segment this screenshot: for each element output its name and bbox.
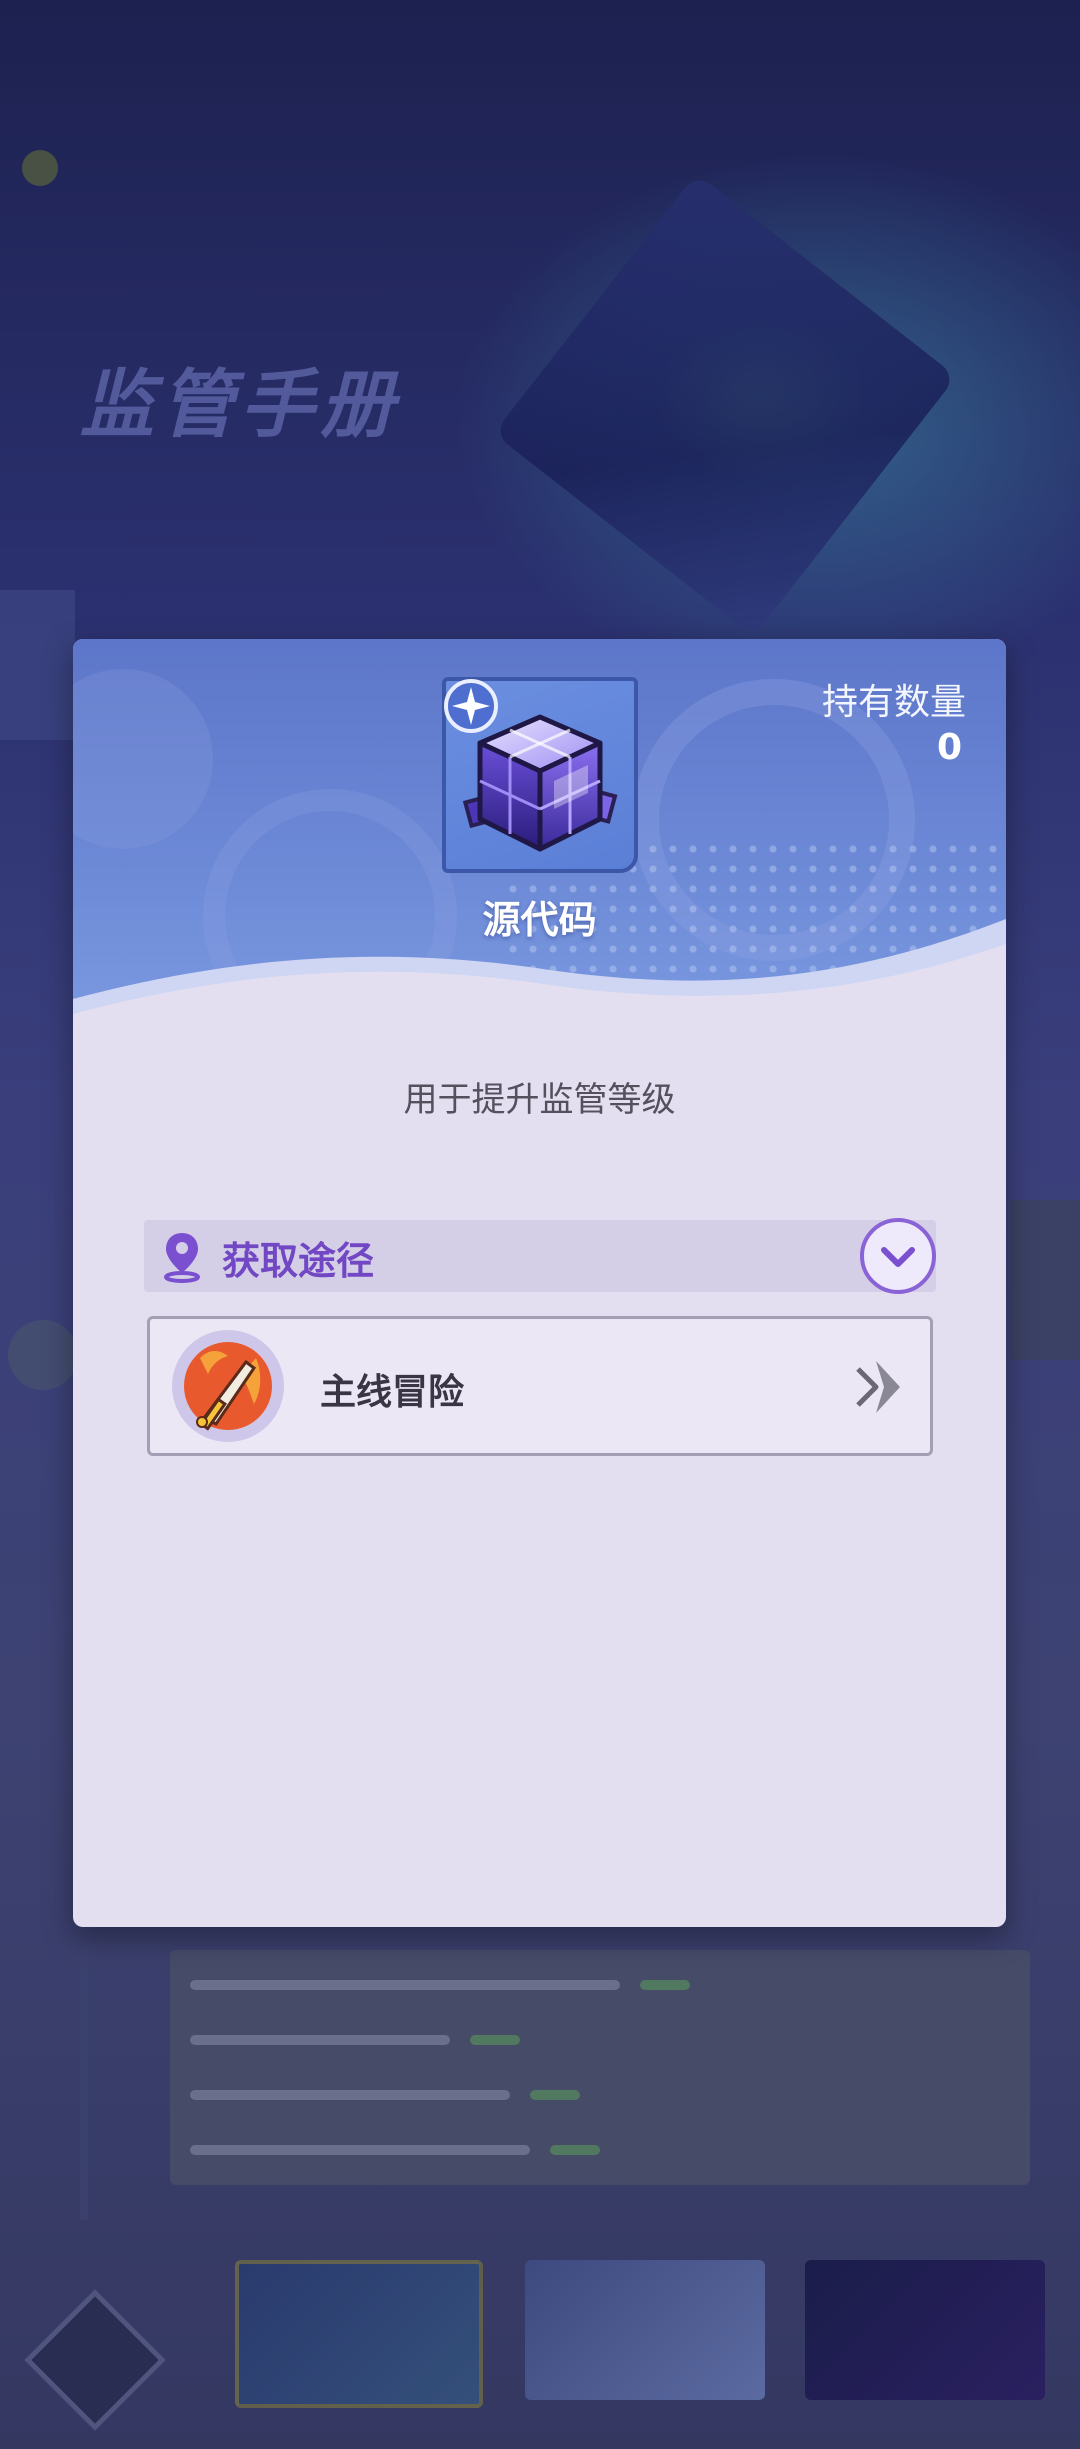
background-right-strip [1010, 1200, 1080, 1360]
source-row-main-adventure[interactable]: 主线冒险 [147, 1316, 933, 1456]
background-task-line [190, 2145, 600, 2155]
star-badge-icon [444, 679, 498, 733]
section-title: 获取途径 [222, 1239, 375, 1283]
background-dot [22, 150, 58, 186]
header-decoration [73, 669, 213, 849]
background-task-line [190, 1980, 690, 1990]
acquisition-section-header[interactable]: 获取途径 [144, 1218, 936, 1294]
background-card [235, 2260, 483, 2408]
location-pin-icon [164, 1233, 200, 1283]
dialog-header: 源代码 持有数量 0 [73, 639, 1006, 1069]
background-title: 监管手册 [80, 362, 400, 448]
source-label: 主线冒险 [320, 1372, 465, 1413]
sword-emblem-icon [172, 1330, 284, 1442]
item-detail-dialog: 源代码 持有数量 0 用于提升监管等级 获取途径 主线冒险 [73, 639, 1006, 1927]
collapse-button[interactable] [860, 1218, 936, 1294]
background-side-strip [0, 590, 75, 740]
background-divider [80, 1950, 88, 2220]
background-task-line [190, 2090, 580, 2100]
background-card [525, 2260, 765, 2400]
background-task-line [190, 2035, 520, 2045]
chevron-down-icon [881, 1247, 915, 1267]
held-quantity-value: 0 [936, 727, 962, 768]
held-quantity-label: 持有数量 [821, 682, 966, 723]
arrow-right-icon [856, 1361, 900, 1413]
item-name: 源代码 [482, 898, 597, 942]
background-card [805, 2260, 1045, 2400]
background-side-button [8, 1320, 78, 1390]
background-task-panel [170, 1950, 1030, 2185]
item-description: 用于提升监管等级 [403, 1080, 676, 1120]
